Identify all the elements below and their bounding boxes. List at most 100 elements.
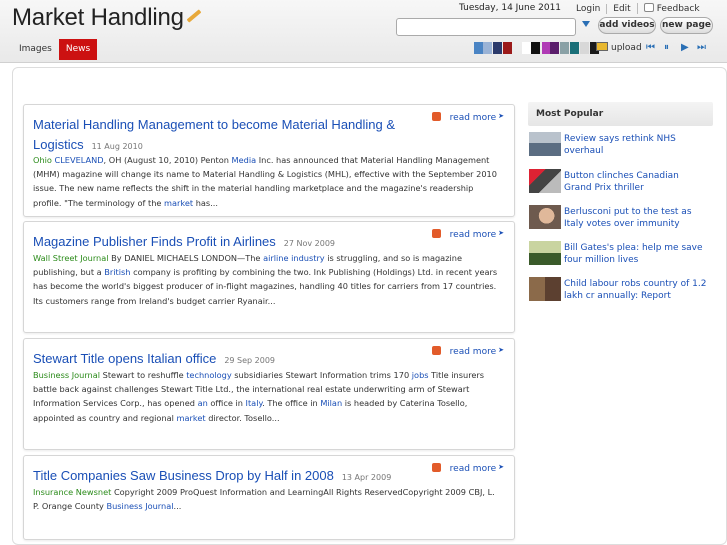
- site-logo[interactable]: Market Handling: [12, 4, 202, 32]
- tab-images[interactable]: Images: [12, 39, 59, 60]
- keyword-link[interactable]: Italy: [246, 398, 263, 408]
- color-swatch[interactable]: [522, 42, 531, 54]
- news-thumbnail[interactable]: [529, 132, 561, 156]
- read-more-link[interactable]: read more ➤: [431, 463, 504, 474]
- search-input[interactable]: [396, 18, 576, 36]
- read-more-label: read more: [449, 464, 497, 474]
- keyword-link[interactable]: CLEVELAND: [55, 155, 104, 165]
- tab-news[interactable]: News: [58, 39, 98, 60]
- upload-label: upload: [611, 43, 642, 53]
- most-popular-sidebar: Most Popular Review says rethink NHS ove…: [528, 102, 713, 301]
- color-swatch[interactable]: [550, 42, 559, 54]
- nav-tabs: Images News: [12, 39, 98, 61]
- rss-icon[interactable]: [431, 112, 441, 121]
- arrow-icon: ➤: [498, 112, 504, 120]
- body-text: . The office in: [262, 398, 321, 409]
- popular-item-link[interactable]: Button clinches Canadian Grand Prix thri…: [564, 170, 709, 194]
- keyword-link[interactable]: British: [104, 267, 130, 277]
- article-title[interactable]: Material Handling Management to become M…: [33, 117, 395, 132]
- color-swatch[interactable]: [474, 42, 483, 54]
- body-text: has...: [193, 197, 218, 208]
- upload-icon: [596, 42, 608, 51]
- keyword-link[interactable]: Media: [232, 155, 257, 165]
- keyword-link[interactable]: jobs: [412, 370, 429, 380]
- body-text: office in: [207, 398, 246, 409]
- read-more-label: read more: [449, 230, 497, 240]
- keyword-link[interactable]: Milan: [320, 398, 342, 408]
- keyword-link[interactable]: technology: [186, 370, 231, 380]
- current-date: Tuesday, 14 June 2011: [459, 3, 562, 13]
- article-date: 29 Sep 2009: [224, 356, 276, 365]
- keyword-link[interactable]: market: [164, 198, 193, 208]
- color-swatch[interactable]: [503, 42, 512, 54]
- article-title[interactable]: Magazine Publisher Finds Profit in Airli…: [33, 234, 276, 249]
- skip-back-icon[interactable]: ⏮: [646, 42, 655, 53]
- skip-forward-icon[interactable]: ⏭: [697, 42, 706, 53]
- popular-item-link[interactable]: Review says rethink NHS overhaul: [564, 133, 709, 157]
- arrow-icon: ➤: [498, 463, 504, 471]
- keyword-link[interactable]: Business Journal: [106, 501, 173, 511]
- color-swatch[interactable]: [580, 42, 589, 54]
- pause-icon[interactable]: ⏸: [664, 42, 669, 53]
- search-dropdown-icon[interactable]: [582, 21, 590, 27]
- article-title-cont[interactable]: Logistics: [33, 137, 84, 152]
- article-title-block: Material Handling Management to become M…: [33, 115, 395, 157]
- body-text: By DANIEL MICHAELS LONDON—The: [108, 253, 264, 263]
- keyword-link[interactable]: market: [177, 413, 206, 423]
- body-text: subsidiaries Stewart Information trims 1…: [231, 370, 412, 380]
- rss-icon[interactable]: [431, 463, 441, 472]
- color-swatch[interactable]: [560, 42, 569, 54]
- article-title[interactable]: Stewart Title opens Italian office: [33, 351, 216, 366]
- news-article: Material Handling Management to become M…: [23, 104, 515, 217]
- news-thumbnail[interactable]: [529, 277, 561, 301]
- article-title[interactable]: Title Companies Saw Business Drop by Hal…: [33, 468, 334, 483]
- article-body: Wall Street Journal By DANIEL MICHAELS L…: [33, 251, 503, 308]
- keyword-link[interactable]: an: [198, 398, 208, 408]
- article-body: Insurance Newsnet Copyright 2009 ProQues…: [33, 485, 503, 513]
- upload-button[interactable]: upload: [596, 42, 642, 53]
- article-body: Ohio CLEVELAND, OH (August 10, 2010) Pen…: [33, 153, 503, 210]
- keyword-link[interactable]: airline industry: [263, 253, 325, 263]
- source-link[interactable]: Insurance Newsnet: [33, 487, 111, 497]
- logo-text: Market Handling: [12, 4, 184, 31]
- arrow-icon: ➤: [498, 229, 504, 237]
- new-page-button[interactable]: new page: [660, 17, 713, 34]
- read-more-label: read more: [449, 347, 497, 357]
- body-text: Stewart to reshuffle: [100, 370, 187, 380]
- popular-item-link[interactable]: Bill Gates's plea: help me save four mil…: [564, 242, 709, 266]
- feedback-link[interactable]: Feedback: [636, 3, 706, 14]
- source-link[interactable]: Business Journal: [33, 370, 100, 380]
- pencil-icon: [186, 8, 202, 23]
- read-more-link[interactable]: read more ➤: [431, 346, 504, 357]
- news-thumbnail[interactable]: [529, 205, 561, 229]
- news-article: Stewart Title opens Italian office 29 Sep…: [23, 338, 515, 450]
- color-swatch[interactable]: [483, 42, 492, 54]
- news-thumbnail[interactable]: [529, 241, 561, 265]
- news-thumbnail[interactable]: [529, 169, 561, 193]
- color-swatch[interactable]: [570, 42, 579, 54]
- body-text: , OH (August 10, 2010) Penton: [103, 155, 232, 165]
- add-videos-button[interactable]: add videos: [598, 17, 656, 34]
- read-more-link[interactable]: read more ➤: [431, 112, 504, 123]
- article-date: 13 Apr 2009: [341, 473, 392, 482]
- feedback-icon: [643, 3, 654, 12]
- read-more-link[interactable]: read more ➤: [431, 229, 504, 240]
- feedback-label: Feedback: [656, 4, 700, 14]
- rss-icon[interactable]: [431, 346, 441, 355]
- popular-item-link[interactable]: Child labour robs country of 1.2 lakh cr…: [564, 278, 709, 302]
- arrow-icon: ➤: [498, 346, 504, 354]
- page-header: Market Handling Tuesday, 14 June 2011 Lo…: [0, 0, 727, 63]
- news-article: Title Companies Saw Business Drop by Hal…: [23, 455, 515, 540]
- login-link[interactable]: Login: [570, 4, 606, 14]
- rss-icon[interactable]: [431, 229, 441, 238]
- popular-item-link[interactable]: Berlusconi put to the test as Italy vote…: [564, 206, 709, 230]
- body-text: director. Tosello...: [205, 412, 280, 423]
- source-link[interactable]: Ohio: [33, 155, 52, 165]
- article-body: Business Journal Stewart to reshuffle te…: [33, 368, 503, 425]
- play-icon[interactable]: ▶: [681, 42, 689, 53]
- color-swatch[interactable]: [531, 42, 540, 54]
- sidebar-title: Most Popular: [528, 102, 713, 126]
- edit-link[interactable]: Edit: [606, 4, 636, 14]
- source-link[interactable]: Wall Street Journal: [33, 253, 109, 263]
- color-swatch[interactable]: [493, 42, 502, 54]
